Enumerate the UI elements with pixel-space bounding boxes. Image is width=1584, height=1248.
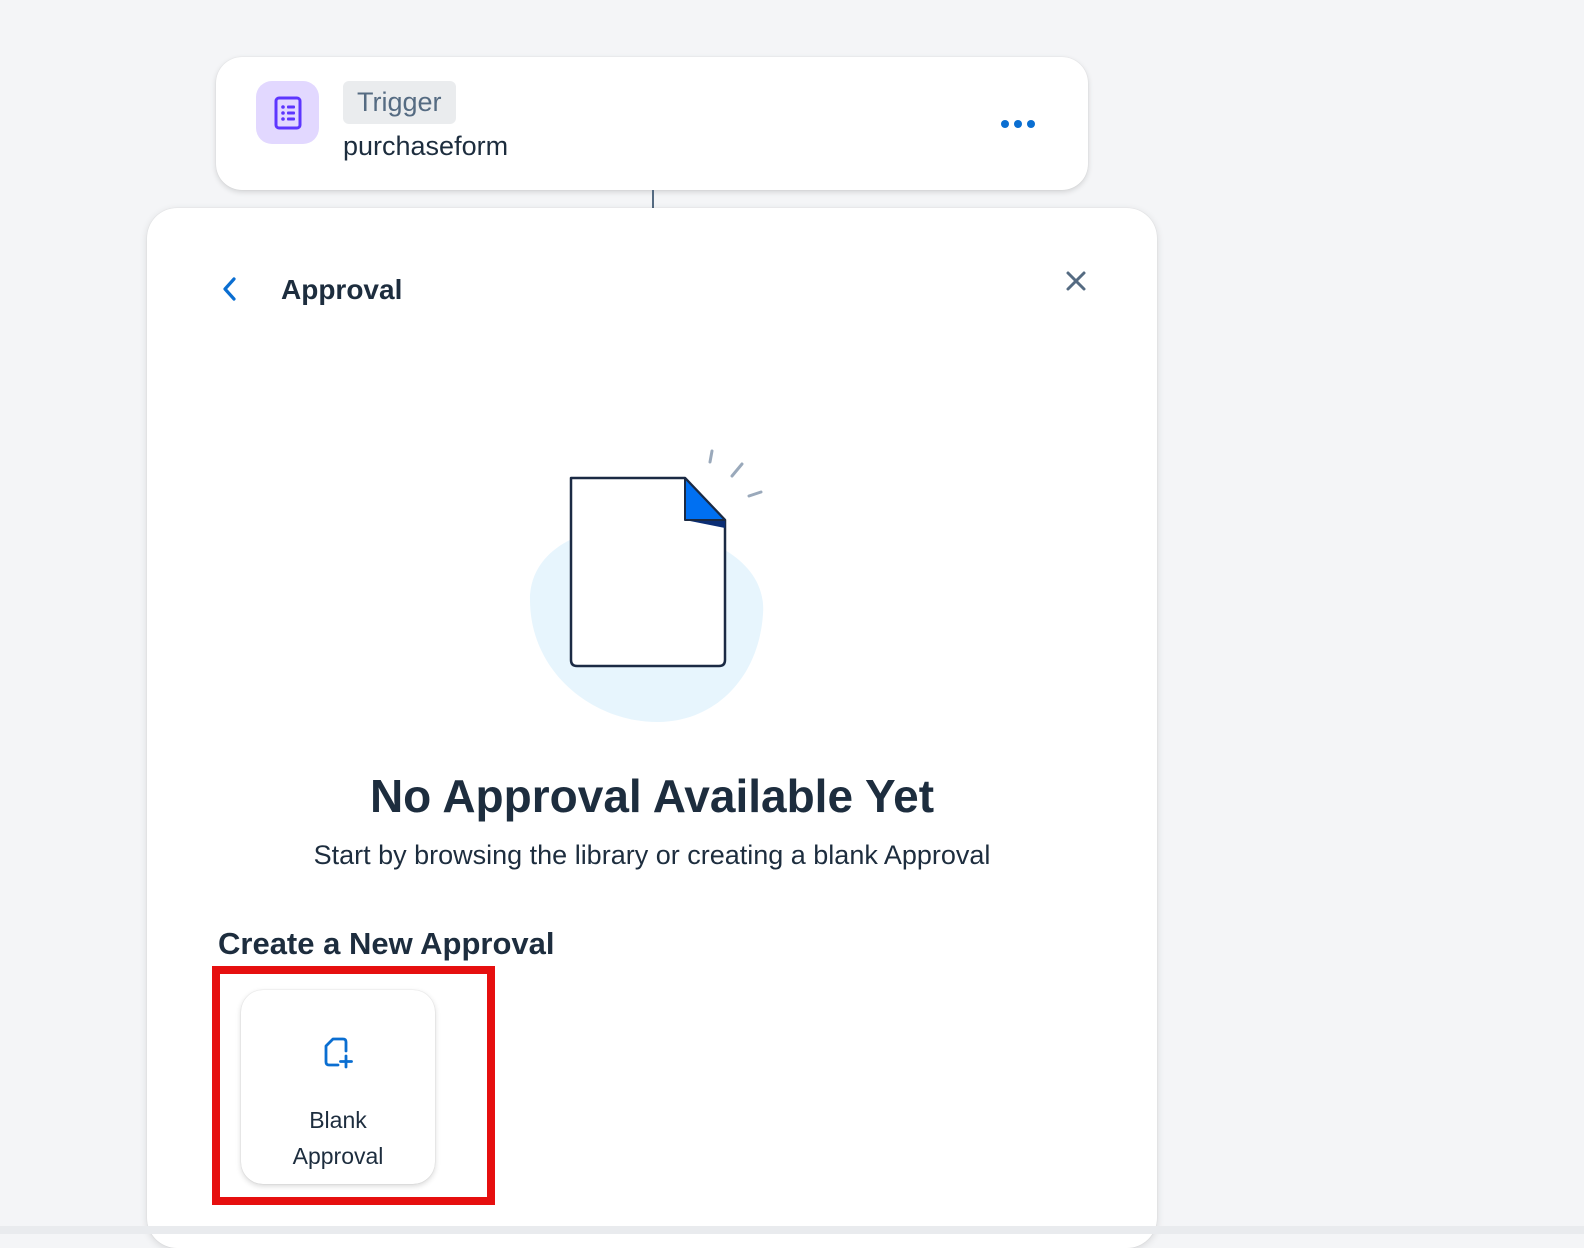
empty-document-illustration xyxy=(529,449,764,723)
add-document-icon xyxy=(324,1037,353,1069)
blank-approval-card[interactable]: Blank Approval xyxy=(241,990,435,1184)
canvas: Trigger purchaseform Approval No Approva… xyxy=(0,0,1584,1248)
trigger-badge: Trigger xyxy=(343,81,456,124)
panel-title: Approval xyxy=(281,274,403,305)
back-button[interactable] xyxy=(215,274,245,304)
trigger-card[interactable]: Trigger purchaseform xyxy=(216,57,1088,190)
chevron-left-icon xyxy=(223,277,236,301)
close-button[interactable] xyxy=(1059,264,1093,298)
more-horizontal-icon xyxy=(1001,120,1035,128)
create-section-title: Create a New Approval xyxy=(218,926,555,961)
close-icon xyxy=(1066,271,1086,291)
bottom-scroll-strip xyxy=(0,1226,1584,1234)
approval-panel: Approval No Approval Available Yet Start… xyxy=(147,208,1157,1248)
blank-approval-label: Blank Approval xyxy=(292,1107,384,1169)
more-options-button[interactable] xyxy=(996,109,1040,139)
empty-state-subtitle: Start by browsing the library or creatin… xyxy=(313,840,991,870)
empty-state-title: No Approval Available Yet xyxy=(369,770,935,822)
flow-connector xyxy=(652,190,654,208)
form-icon xyxy=(256,81,319,144)
trigger-name: purchaseform xyxy=(343,131,509,161)
